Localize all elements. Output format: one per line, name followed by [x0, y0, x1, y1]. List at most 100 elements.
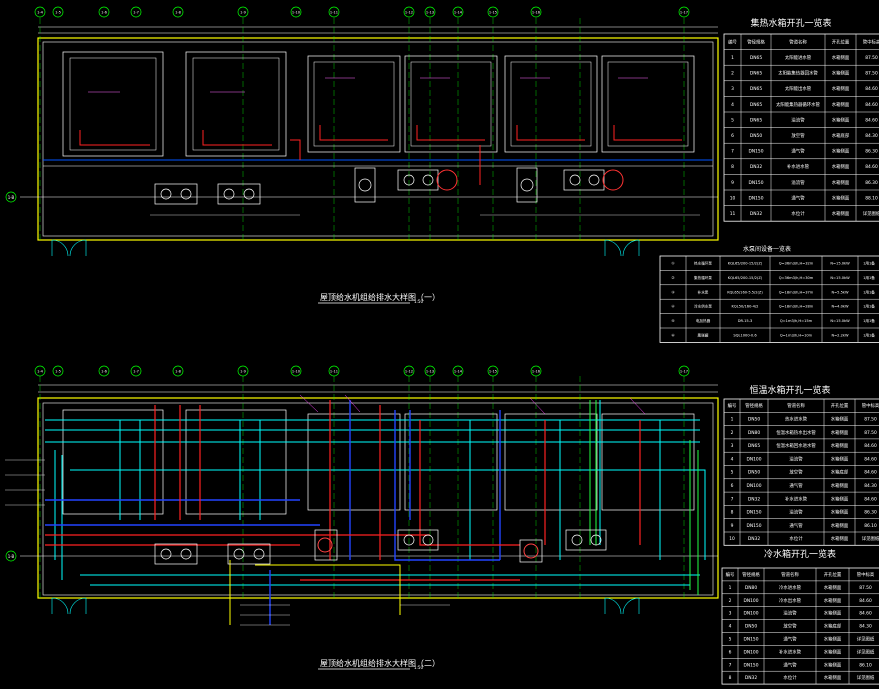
table-cell: 水箱底部: [832, 132, 850, 139]
table-cell: 水箱侧面: [832, 116, 850, 123]
table-cell: 11: [730, 211, 736, 217]
table-cell: 3: [731, 86, 734, 92]
table-cell: 通气管: [789, 482, 803, 489]
table-cell: 3: [731, 443, 734, 449]
table-cell: 5: [729, 637, 732, 643]
table-cell: 溢流管: [789, 455, 803, 462]
table-cell: 86.30: [864, 510, 877, 516]
table-cell: 水箱侧面: [832, 194, 850, 201]
table-cell: N=15.0kW: [830, 261, 850, 265]
table-cell: DN150: [746, 523, 761, 529]
table-cell: 4: [729, 624, 732, 630]
axis-label: 1-13: [426, 11, 434, 15]
table-cell: 1: [731, 417, 734, 423]
table-cell: DN100: [743, 611, 758, 617]
table-cell: 水箱侧面: [832, 179, 850, 186]
pump-table: ① 热水循环泵 KQL65/200-15/2(Z) Q=36m3/h,H=32m N=1…: [659, 255, 879, 343]
table-cell: 1: [729, 585, 732, 591]
table-cell: 补水进水管: [785, 495, 808, 502]
table-cell: DN150: [746, 510, 761, 516]
table-cell: 溢流管: [791, 116, 805, 123]
table-cell: 详见图纸: [862, 535, 879, 542]
table-cell: KQL65/200-15/2(Z): [728, 276, 763, 280]
plan-two-scale: 1:50: [414, 665, 423, 670]
table-cell: 冷水进水管: [779, 584, 802, 591]
table-cell: 7: [729, 662, 732, 668]
cold-tank-table: 编号 管径规格 管道名称 开孔位置 管中标高1 DN80 冷水进水管 水箱侧面 87.502 DN…: [721, 567, 879, 685]
table-header-cell: 管道名称: [787, 402, 805, 409]
table-cell: 详见图纸: [863, 210, 879, 217]
table-header-cell: 开孔位置: [824, 571, 842, 578]
table-cell: 热水进水管: [785, 416, 808, 423]
table-cell: DN150: [748, 195, 763, 201]
table-cell: DN65: [750, 71, 762, 77]
table-cell: 通气管: [791, 194, 805, 201]
axis-label: 1-4: [37, 370, 44, 374]
table-cell: ②: [671, 276, 674, 280]
table-cell: 水位计: [783, 674, 797, 681]
table-cell: 补水进水管: [787, 163, 810, 170]
table-cell: 膨胀罐: [698, 332, 709, 337]
cold-tank-table-title: 冷水箱开孔一览表: [764, 548, 836, 560]
axis-label: 1-11: [330, 370, 338, 374]
axis-label: 1-13: [426, 370, 434, 374]
table-cell: 6: [729, 649, 732, 655]
axis-label: 1-15: [489, 11, 497, 15]
hot-tank-table: 编号 管径规格 管道名称 开孔位置 管中标高1 DN65 太阳能进水管 水箱侧面 87.502 D…: [723, 33, 879, 222]
table-header-cell: 管道名称: [789, 38, 807, 45]
axis-markers-top: 1-4 1-5 1-6 1-7 1-8 1-9 1-10 1-11 1-12 1-13 1-14 1-…: [34, 6, 690, 18]
table-cell: 溢流管: [783, 610, 797, 617]
table-cell: 太阳能出水管: [785, 85, 812, 92]
table-header-cell: 开孔位置: [832, 38, 850, 45]
table-cell: 集热循环泵: [694, 275, 712, 280]
table-cell: DN32: [750, 211, 762, 217]
hot-tank-table-title: 集热水箱开孔一览表: [750, 17, 831, 29]
table-cell: 88.10: [865, 195, 878, 201]
table-cell: DN100: [743, 598, 758, 604]
table-cell: 水箱侧面: [831, 442, 849, 449]
table-cell: 通气管: [789, 522, 803, 529]
axis-label: 1-8: [175, 11, 182, 15]
table-cell: KQL65/200-15/2(Z): [728, 261, 763, 265]
table-cell: DN100: [746, 456, 761, 462]
table-cell: 84.30: [864, 483, 877, 489]
table-cell: 水箱侧面: [832, 148, 850, 155]
table-cell: N=15.0kW: [830, 319, 850, 323]
table-cell: DN65: [748, 443, 760, 449]
table-cell: 2: [731, 71, 734, 77]
table-cell: DN100: [746, 483, 761, 489]
table-cell: 10: [730, 195, 736, 201]
table-cell: 1用1备: [863, 275, 875, 280]
table-cell: 通气管: [791, 148, 805, 155]
table-cell: 6: [731, 133, 734, 139]
table-cell: 84.60: [859, 598, 872, 604]
table-cell: 8: [729, 675, 732, 681]
table-cell: DN65: [750, 55, 762, 61]
table-cell: DN65: [750, 102, 762, 108]
table-header-cell: 管道名称: [781, 571, 799, 578]
table-cell: 2: [729, 598, 732, 604]
table-cell: 7: [731, 496, 734, 502]
table-cell: 86.10: [859, 662, 872, 668]
table-cell: DN32: [748, 496, 760, 502]
table-cell: 1用1备: [863, 332, 875, 337]
table-cell: Q=18m3/h,H=37m: [779, 290, 814, 294]
axis-label: 1-12: [405, 11, 413, 15]
plan-two: [5, 376, 719, 626]
axis-label: 1-14: [454, 370, 463, 374]
table-cell: ①: [671, 261, 674, 265]
table-cell: DN50: [750, 133, 762, 139]
table-cell: 水箱侧面: [824, 648, 842, 655]
table-cell: 水位计: [789, 535, 803, 542]
table-cell: 4: [731, 102, 734, 108]
table-cell: 3: [729, 611, 732, 617]
table-cell: 1用1备: [863, 289, 875, 294]
table-cell: N=5.5kW: [831, 290, 848, 294]
table-header-cell: 管径规格: [745, 402, 763, 409]
table-cell: DN32: [750, 164, 762, 170]
table-cell: 87.50: [865, 71, 878, 77]
table-cell: 1用1备: [863, 318, 875, 323]
table-cell: Q=36m3/h,H=30m: [779, 276, 814, 280]
table-cell: 水箱侧面: [832, 163, 850, 170]
axis-label: 1-10: [292, 11, 301, 15]
